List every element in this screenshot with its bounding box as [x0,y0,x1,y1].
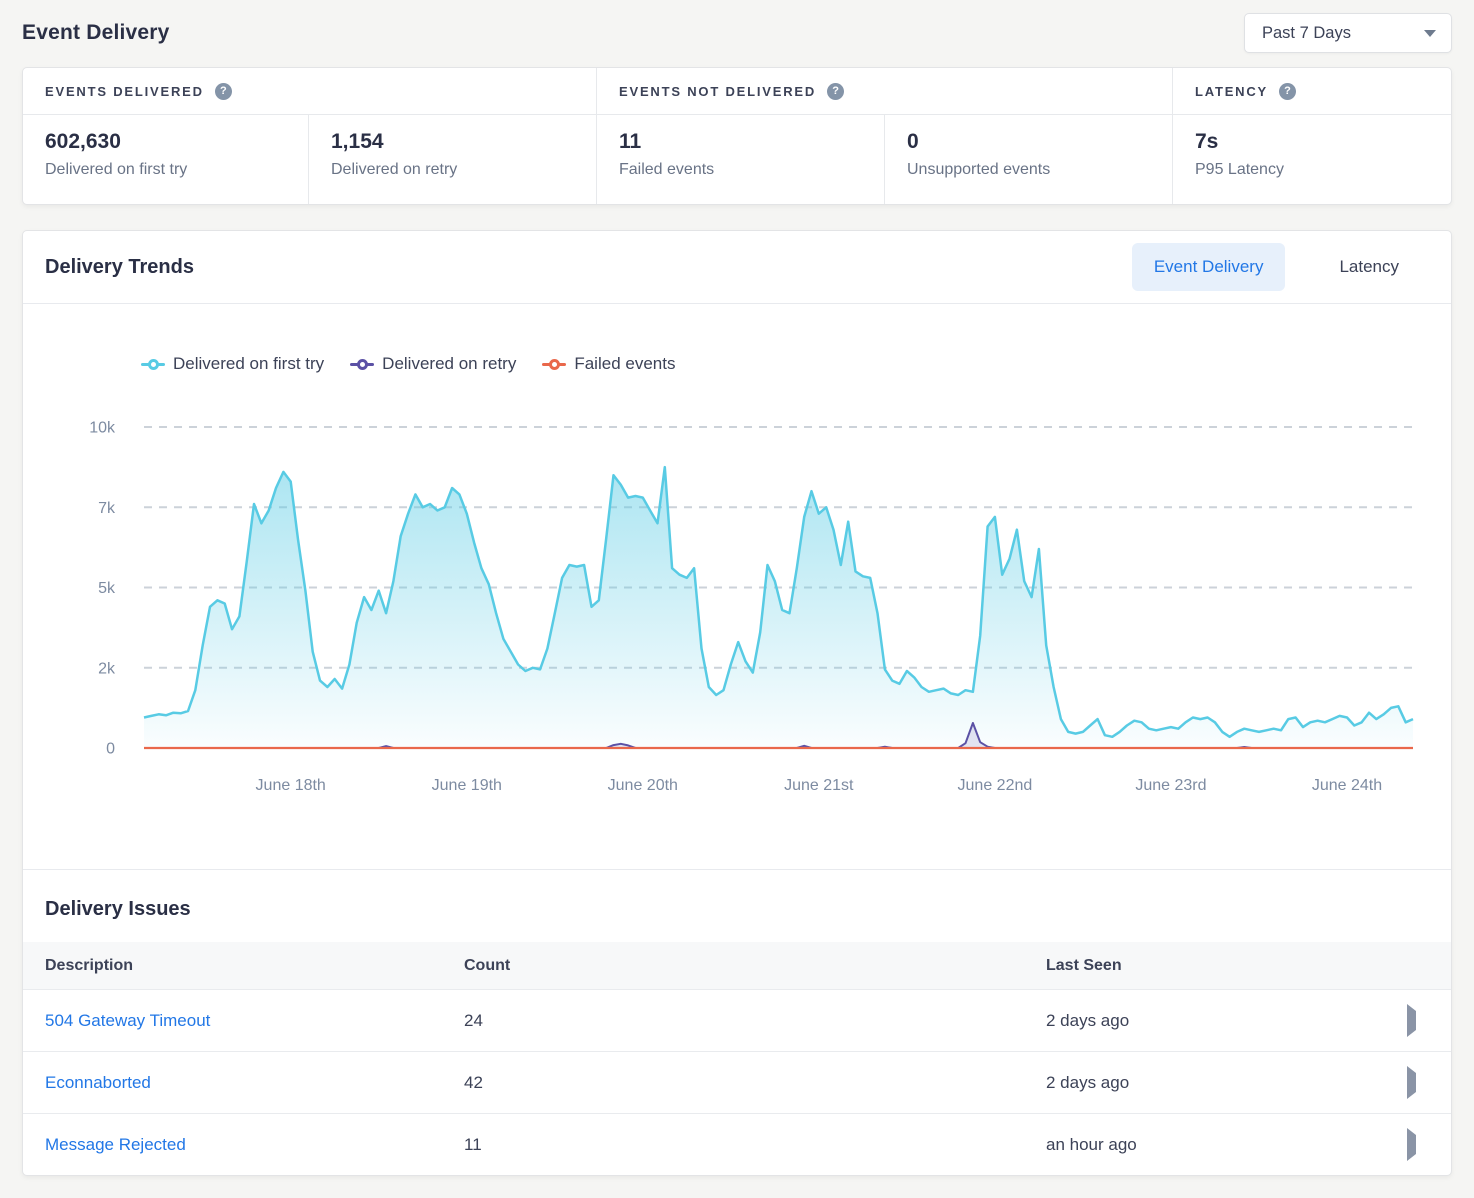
stat-value: 0 [907,130,1172,154]
stat-retry: 1,154 Delivered on retry [308,115,596,204]
y-axis-tick: 0 [106,741,115,758]
issue-count: 11 [464,1135,1046,1155]
x-axis-tick: June 19th [432,777,502,794]
stats-group-label: EVENTS NOT DELIVERED [619,84,816,99]
issue-count: 24 [464,1011,1046,1031]
stats-group-events-not-delivered: EVENTS NOT DELIVERED ? [596,68,1172,114]
stats-group-label: LATENCY [1195,84,1268,99]
issue-row[interactable]: Econnaborted 42 2 days ago [23,1051,1451,1113]
issues-table-header: Description Count Last Seen [23,942,1451,989]
delivery-trends-chart: 0 2k 5k 7k 10k June 18th June 19th June 20th Jun… [23,304,1460,869]
stats-group-latency: LATENCY ? [1172,68,1451,114]
stat-sublabel: Unsupported events [907,161,1172,179]
x-axis-tick: June 22nd [958,777,1033,794]
column-header-last-seen: Last Seen [1046,957,1387,975]
caret-down-icon [1424,30,1436,37]
stat-first-try: 602,630 Delivered on first try [23,115,308,204]
help-icon[interactable]: ? [1279,83,1296,100]
x-axis-tick: June 18th [256,777,326,794]
stat-unsupported: 0 Unsupported events [884,115,1172,204]
event-delivery-page: Event Delivery Past 7 Days EVENTS DELIVE… [0,0,1474,1176]
trends-tabs: Event Delivery Latency [1132,243,1427,291]
y-axis-tick: 7k [98,500,116,517]
date-range-value: Past 7 Days [1262,24,1351,43]
stats-group-events-delivered: EVENTS DELIVERED ? [23,68,596,114]
date-range-dropdown[interactable]: Past 7 Days [1244,13,1452,53]
tab-event-delivery[interactable]: Event Delivery [1132,243,1286,291]
help-icon[interactable]: ? [215,83,232,100]
y-axis-tick: 5k [98,580,116,597]
chevron-right-icon [1407,1128,1416,1161]
issue-description-link[interactable]: 504 Gateway Timeout [45,1011,464,1031]
y-axis-tick: 10k [89,420,116,437]
trends-header: Delivery Trends Event Delivery Latency [23,231,1451,304]
issue-last-seen: an hour ago [1046,1135,1387,1155]
trends-title: Delivery Trends [45,256,1132,279]
chevron-right-icon [1407,1004,1416,1037]
column-header-count: Count [464,957,1046,975]
issue-description-link[interactable]: Econnaborted [45,1073,464,1093]
stats-header-row: EVENTS DELIVERED ? EVENTS NOT DELIVERED … [23,68,1451,115]
first-try-area [144,467,1413,748]
stat-value: 1,154 [331,130,596,154]
help-icon[interactable]: ? [827,83,844,100]
issue-last-seen: 2 days ago [1046,1073,1387,1093]
x-axis-tick: June 21st [784,777,854,794]
stat-value: 7s [1195,130,1451,154]
stats-values-row: 602,630 Delivered on first try 1,154 Del… [23,115,1451,204]
x-axis-tick: June 20th [608,777,678,794]
issue-last-seen: 2 days ago [1046,1011,1387,1031]
y-axis-tick: 2k [98,660,116,677]
column-header-description: Description [45,957,464,975]
issue-count: 42 [464,1073,1046,1093]
x-axis-tick: June 23rd [1135,777,1206,794]
stats-group-label: EVENTS DELIVERED [45,84,204,99]
chevron-right-icon [1407,1066,1416,1099]
stat-value: 602,630 [45,130,308,154]
chart-region: Delivered on first tryDelivered on retry… [23,304,1451,869]
tab-latency[interactable]: Latency [1311,243,1427,291]
stat-sublabel: Failed events [619,161,884,179]
stat-failed: 11 Failed events [596,115,884,204]
stat-sublabel: P95 Latency [1195,161,1451,179]
page-title: Event Delivery [22,21,170,45]
stats-card: EVENTS DELIVERED ? EVENTS NOT DELIVERED … [22,67,1452,205]
top-bar: Event Delivery Past 7 Days [22,0,1452,58]
issue-description-link[interactable]: Message Rejected [45,1135,464,1155]
x-axis-tick: June 24th [1312,777,1382,794]
issue-row[interactable]: Message Rejected 11 an hour ago [23,1113,1451,1175]
stat-sublabel: Delivered on retry [331,161,596,179]
stat-value: 11 [619,130,884,154]
delivery-trends-card: Delivery Trends Event Delivery Latency D… [22,230,1452,1176]
delivery-issues-section: Delivery Issues Description Count Last S… [23,869,1451,1175]
stat-p95-latency: 7s P95 Latency [1172,115,1451,204]
stat-sublabel: Delivered on first try [45,161,308,179]
issues-title: Delivery Issues [45,898,1429,921]
issue-row[interactable]: 504 Gateway Timeout 24 2 days ago [23,989,1451,1051]
